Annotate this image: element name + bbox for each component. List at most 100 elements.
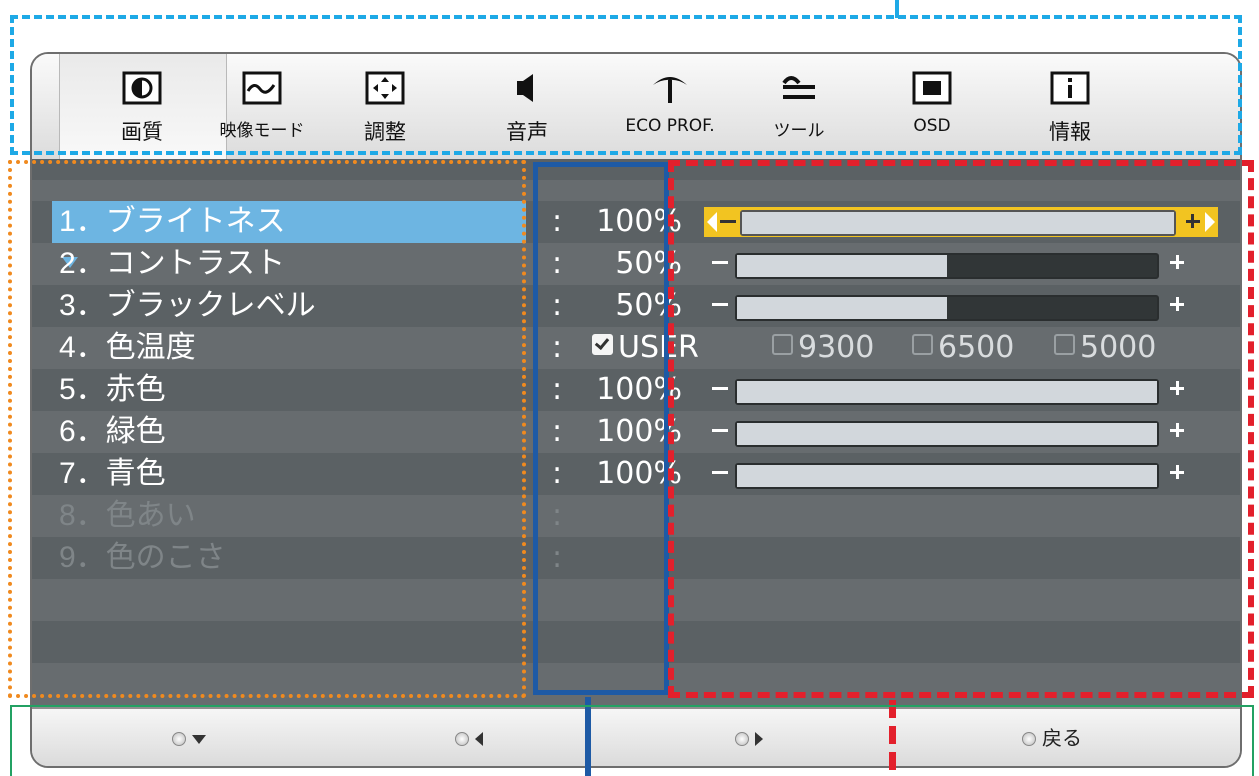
tab-osd[interactable]: OSD [877, 70, 987, 158]
menu-item-label: 6．緑色 [59, 415, 166, 448]
plus-icon-vertical [1191, 214, 1194, 228]
callout-adjust-leader [889, 700, 896, 776]
slider-track[interactable] [735, 421, 1159, 447]
slider-track[interactable] [735, 379, 1159, 405]
menu-item-label: 5．赤色 [59, 373, 166, 406]
back-label: 戻る [1042, 726, 1082, 750]
callout-value-leader [585, 697, 591, 776]
slider-fill [742, 212, 1174, 234]
tab-video-mode[interactable]: 映像モード [207, 70, 317, 158]
menu-item-red[interactable]: 5．赤色 : 100% [32, 369, 1240, 411]
value-number: 100% [596, 456, 682, 491]
menu-item-blue[interactable]: 7．青色 : 100% [32, 453, 1240, 495]
option-label: 5000 [1080, 330, 1157, 365]
slider-fill [737, 465, 1157, 487]
minus-icon [712, 387, 728, 390]
option-label: USER [618, 330, 699, 365]
bottom-button-bar: 戻る [32, 707, 1240, 766]
menu-item-value: : [552, 495, 582, 537]
triangle-left-icon [475, 732, 483, 746]
menu-item-value: : 100% [552, 453, 682, 495]
option-label: 9300 [798, 330, 875, 365]
menu-item-brightness[interactable]: 1．ブライトネス : 100% [32, 201, 1240, 243]
menu-item-label: 3．ブラックレベル [59, 289, 316, 322]
settings-panel: 1．ブライトネス : 100% 2．コントラスト : 50% 3．ブラックレベル… [32, 159, 1240, 707]
checkbox-icon [912, 334, 933, 355]
slider-fill [737, 255, 947, 277]
menu-item-green[interactable]: 6．緑色 : 100% [32, 411, 1240, 453]
black-level-slider[interactable] [708, 295, 1184, 321]
button-circle-icon [172, 732, 186, 746]
down-button[interactable] [172, 709, 206, 766]
back-button[interactable]: 戻る [1022, 709, 1082, 766]
tab-eco-prof[interactable]: ECO PROF. [615, 70, 725, 158]
menu-item-contrast[interactable]: 2．コントラスト : 50% [32, 243, 1240, 285]
slider-fill [737, 297, 947, 319]
tab-label: OSD [913, 116, 951, 136]
tab-label: 映像モード [219, 121, 305, 141]
menu-item-black-level[interactable]: 3．ブラックレベル : 50% [32, 285, 1240, 327]
value-colon: : [552, 498, 563, 533]
button-circle-icon [1022, 732, 1036, 746]
value-number: 100% [596, 372, 682, 407]
menu-item-label: 1．ブライトネス [59, 205, 286, 238]
value-colon: : [552, 246, 563, 281]
minus-icon [720, 220, 736, 223]
tab-label: 画質 [121, 120, 163, 144]
osd-screen-icon [911, 70, 953, 106]
callout-tab-leader [895, 0, 899, 18]
eco-tree-icon [649, 70, 691, 106]
empty-row [32, 663, 1240, 705]
tab-adjust[interactable]: 調整 [330, 70, 440, 158]
minus-icon [712, 261, 728, 264]
green-slider[interactable] [708, 421, 1184, 447]
checkbox-icon [772, 334, 793, 355]
slider-track[interactable] [740, 210, 1176, 236]
value-colon: : [552, 372, 563, 407]
plus-icon-vertical [1176, 465, 1179, 479]
value-colon: : [552, 204, 563, 239]
menu-item-label: 8．色あい [59, 499, 196, 532]
brightness-slider[interactable] [704, 207, 1218, 237]
tab-picture[interactable]: 画質 [87, 70, 197, 158]
spacer-row [32, 180, 1240, 201]
contrast-icon [121, 70, 163, 106]
tab-label: 情報 [1049, 120, 1091, 144]
slider-track[interactable] [735, 253, 1159, 279]
arrow-right-icon[interactable] [1205, 212, 1215, 232]
color-temp-option-user[interactable]: USER [592, 327, 699, 369]
value-colon: : [552, 414, 563, 449]
right-button[interactable] [735, 709, 763, 766]
speaker-icon [506, 70, 548, 106]
tab-info[interactable]: 情報 [1015, 70, 1125, 158]
left-button[interactable] [455, 709, 483, 766]
tab-tools[interactable]: ツール [744, 70, 854, 158]
blue-slider[interactable] [708, 463, 1184, 489]
empty-row [32, 621, 1240, 663]
triangle-down-icon [192, 735, 206, 744]
color-temp-option-6500[interactable]: 6500 [912, 327, 1014, 369]
menu-item-value: : 100% [552, 201, 682, 243]
value-colon: : [552, 456, 563, 491]
plus-icon-vertical [1176, 297, 1179, 311]
color-temp-option-9300[interactable]: 9300 [772, 327, 874, 369]
menu-item-color-temperature[interactable]: 4．色温度 : USER 9300 6500 5000 [32, 327, 1240, 369]
arrow-left-icon[interactable] [707, 212, 717, 232]
value-number: 100% [596, 204, 682, 239]
slider-track[interactable] [735, 463, 1159, 489]
menu-item-label: 7．青色 [59, 457, 166, 490]
contrast-slider[interactable] [708, 253, 1184, 279]
checkbox-icon [1054, 334, 1075, 355]
value-colon: : [552, 330, 563, 365]
minus-icon [712, 303, 728, 306]
minus-icon [712, 471, 728, 474]
value-number: 50% [615, 288, 682, 323]
menu-item-value: : 50% [552, 285, 682, 327]
menu-item-value: : [552, 537, 582, 579]
red-slider[interactable] [708, 379, 1184, 405]
slider-track[interactable] [735, 295, 1159, 321]
color-temp-option-5000[interactable]: 5000 [1054, 327, 1156, 369]
tab-audio[interactable]: 音声 [472, 70, 582, 158]
value-colon: : [552, 288, 563, 323]
menu-item-value: : 100% [552, 369, 682, 411]
